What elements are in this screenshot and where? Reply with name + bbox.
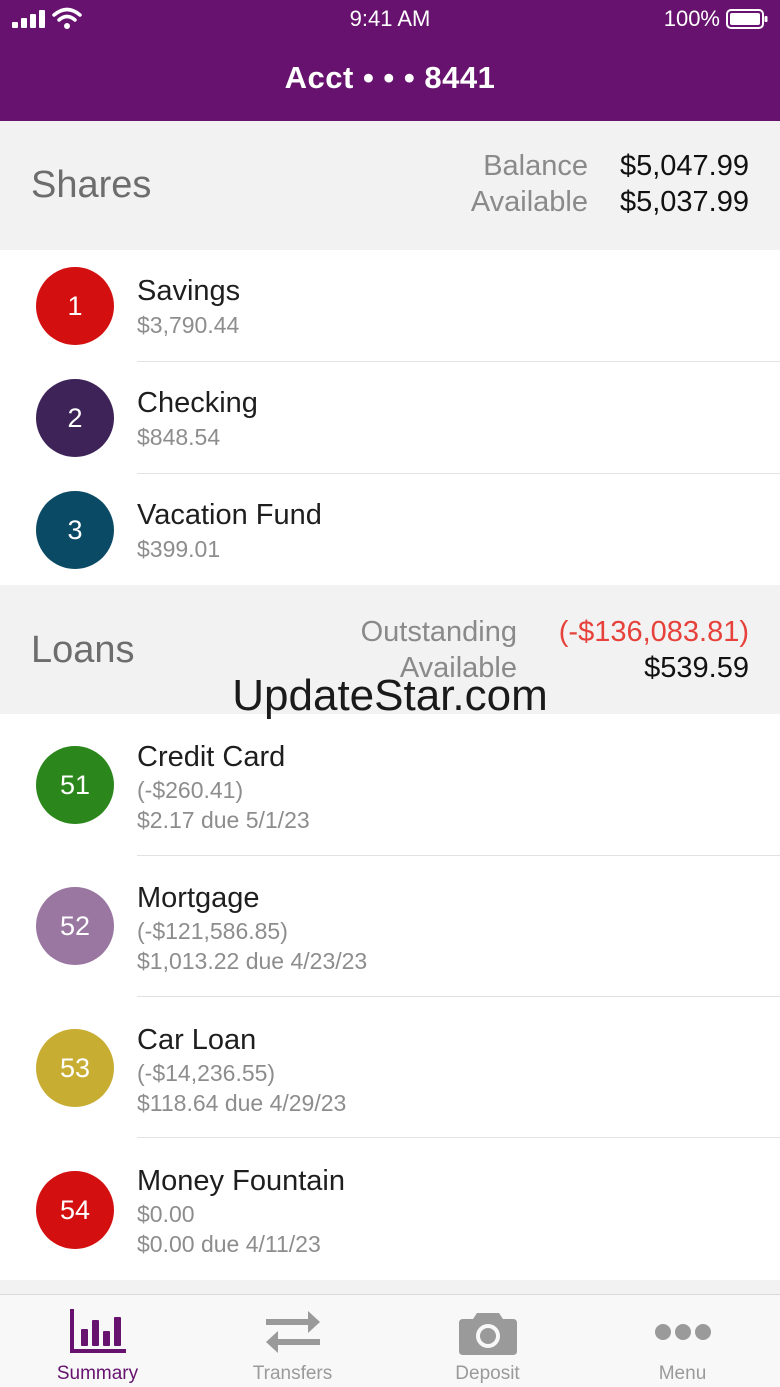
shares-available-value: $5,037.99	[619, 186, 749, 218]
account-name: Mortgage	[137, 882, 260, 914]
tab-deposit[interactable]: Deposit	[390, 1295, 585, 1387]
shares-balance-value: $5,047.99	[619, 150, 749, 182]
share-item-checking[interactable]: 2 Checking $848.54	[0, 362, 780, 474]
account-name: Money Fountain	[137, 1165, 345, 1197]
transfer-arrows-icon	[266, 1311, 320, 1353]
account-number-badge: 51	[36, 746, 114, 824]
account-number-badge: 2	[36, 379, 114, 457]
account-title: Acct • • • 8441	[284, 60, 496, 95]
nav-bar: Acct • • • 8441	[0, 40, 780, 121]
account-number-badge: 54	[36, 1171, 114, 1249]
loan-item-mortgage[interactable]: 52 Mortgage (-$121,586.85) $1,013.22 due…	[0, 856, 780, 997]
loans-outstanding-label: Outstanding	[360, 616, 517, 648]
account-number-badge: 1	[36, 267, 114, 345]
tab-label: Summary	[56, 1363, 139, 1384]
loans-title: Loans	[31, 629, 135, 671]
loan-item-credit-card[interactable]: 51 Credit Card (-$260.41) $2.17 due 5/1/…	[0, 714, 780, 856]
battery-icon	[726, 9, 768, 29]
tab-summary[interactable]: Summary	[0, 1295, 195, 1387]
payment-due: $2.17 due 5/1/23	[137, 807, 310, 833]
list-footer-gap	[0, 1280, 780, 1294]
battery-percent: 100%	[663, 6, 720, 31]
tab-transfers[interactable]: Transfers	[195, 1295, 390, 1387]
payment-due: $118.64 due 4/29/23	[137, 1090, 347, 1116]
account-name: Credit Card	[137, 741, 286, 773]
more-dots-icon	[655, 1324, 711, 1340]
account-amount: $848.54	[137, 424, 221, 450]
account-amount: $3,790.44	[137, 312, 240, 338]
watermark: UpdateStar.com	[232, 671, 548, 720]
shares-header: Shares Balance $5,047.99 Available $5,03…	[0, 121, 780, 250]
bar-chart-icon	[70, 1309, 126, 1353]
account-name: Car Loan	[137, 1024, 257, 1056]
loan-item-car-loan[interactable]: 53 Car Loan (-$14,236.55) $118.64 due 4/…	[0, 997, 780, 1138]
loan-item-money-fountain[interactable]: 54 Money Fountain $0.00 $0.00 due 4/11/2…	[0, 1138, 780, 1280]
account-amount: $0.00	[137, 1201, 195, 1227]
account-amount: $399.01	[137, 536, 221, 562]
account-amount: (-$14,236.55)	[137, 1060, 276, 1086]
tab-label: Menu	[658, 1363, 707, 1384]
camera-icon	[459, 1313, 517, 1355]
loans-outstanding-value: (-$136,083.81)	[558, 616, 749, 648]
tab-bar: Summary Transfers Deposit Menu	[0, 1294, 780, 1387]
payment-due: $1,013.22 due 4/23/23	[137, 948, 368, 974]
share-item-savings[interactable]: 1 Savings $3,790.44	[0, 250, 780, 362]
account-number-badge: 53	[36, 1029, 114, 1107]
account-number-badge: 52	[36, 887, 114, 965]
shares-title: Shares	[31, 164, 152, 206]
tab-label: Deposit	[455, 1363, 520, 1384]
account-number-badge: 3	[36, 491, 114, 569]
share-item-vacation-fund[interactable]: 3 Vacation Fund $399.01	[0, 474, 780, 585]
account-name: Checking	[137, 387, 258, 419]
status-bar: 9:41 AM 100%	[0, 0, 780, 40]
shares-available-label: Available	[470, 186, 588, 218]
payment-due: $0.00 due 4/11/23	[137, 1231, 321, 1257]
account-name: Vacation Fund	[137, 499, 322, 531]
shares-balance-label: Balance	[483, 150, 588, 182]
tab-menu[interactable]: Menu	[585, 1295, 780, 1387]
account-name: Savings	[137, 275, 241, 307]
account-amount: (-$121,586.85)	[137, 918, 288, 944]
tab-label: Transfers	[252, 1363, 333, 1384]
account-amount: (-$260.41)	[137, 777, 244, 803]
